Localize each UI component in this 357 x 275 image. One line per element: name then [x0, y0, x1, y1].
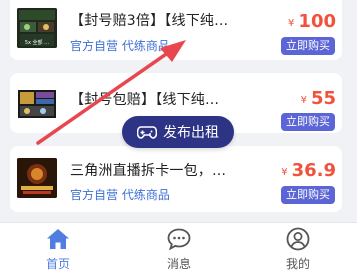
currency-symbol: ¥: [281, 167, 288, 178]
app-screen: 5x 全部 … 【封号赔3倍】【线下纯… 官方自营 代练商品 ¥100 立即购买…: [0, 0, 357, 275]
buy-now-button[interactable]: 立即购买: [281, 186, 335, 204]
svg-text:5x 全部 …: 5x 全部 …: [25, 39, 49, 46]
nav-label-home: 首页: [45, 257, 70, 271]
nav-label-profile: 我的: [285, 257, 310, 271]
listing-subtitle: 官方自营 代练商品: [70, 188, 170, 202]
listing-price: ¥36.9: [281, 160, 336, 181]
nav-item-home[interactable]: 首页: [28, 227, 88, 272]
listing-title: 三角洲直播拆卡一包，…: [70, 163, 227, 179]
currency-symbol: ¥: [288, 18, 295, 29]
listing-thumbnail: 5x 全部 …: [17, 8, 57, 48]
bottom-navigation: 首页 消息 我的: [0, 222, 357, 275]
listing-thumbnail: [17, 158, 57, 198]
listing-subtitle: 官方自营 代练商品: [70, 39, 170, 53]
listing-card[interactable]: 三角洲直播拆卡一包，… 官方自营 代练商品 ¥36.9 立即购买: [10, 146, 342, 212]
gamepad-icon: [137, 126, 157, 139]
buy-now-button[interactable]: 立即购买: [281, 37, 335, 55]
price-value: 100: [298, 11, 336, 32]
listing-title: 【封号包赔】【线下纯…: [70, 92, 220, 108]
chat-bubble-icon: [167, 228, 191, 251]
listing-thumbnail: [17, 84, 57, 124]
user-icon: [286, 227, 310, 251]
nav-item-messages[interactable]: 消息: [149, 227, 209, 272]
currency-symbol: ¥: [300, 95, 307, 106]
buy-now-button[interactable]: 立即购买: [281, 113, 335, 131]
listing-price: ¥55: [301, 88, 336, 109]
publish-rental-button[interactable]: 发布出租: [122, 116, 234, 148]
nav-label-messages: 消息: [166, 257, 191, 271]
price-value: 36.9: [291, 160, 336, 181]
listing-title: 【封号赔3倍】【线下纯…: [70, 13, 229, 29]
listing-card[interactable]: 5x 全部 … 【封号赔3倍】【线下纯… 官方自营 代练商品 ¥100 立即购买: [10, 0, 342, 60]
listing-price: ¥100: [288, 11, 336, 32]
publish-rental-label: 发布出租: [163, 125, 219, 141]
home-icon: [47, 229, 69, 249]
nav-item-profile[interactable]: 我的: [268, 227, 328, 272]
price-value: 55: [310, 88, 336, 109]
